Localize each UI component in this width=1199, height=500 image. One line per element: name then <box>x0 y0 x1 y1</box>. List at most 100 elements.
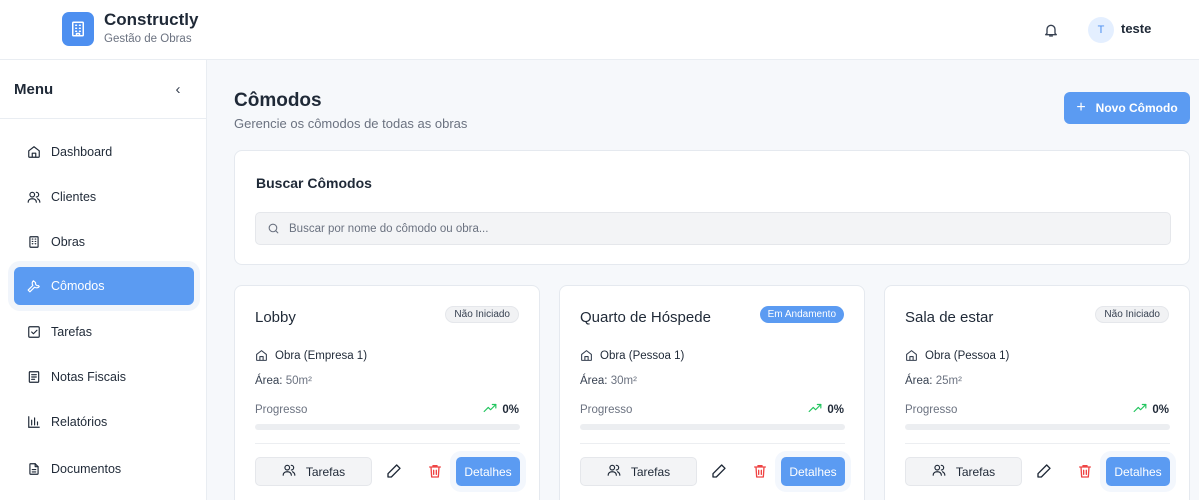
sidebar-item-tarefas[interactable]: Tarefas <box>14 313 194 351</box>
avatar[interactable]: T <box>1088 17 1114 43</box>
bell-icon[interactable] <box>1043 22 1059 38</box>
home-icon <box>27 145 41 159</box>
sidebar-item-obras[interactable]: Obras <box>14 223 194 261</box>
comodo-name: Lobby <box>255 309 296 326</box>
tarefas-label: Tarefas <box>630 464 671 479</box>
edit-pencil-icon[interactable] <box>386 463 402 479</box>
obra-label: Obra (Empresa 1) <box>275 349 368 362</box>
search-icon <box>267 222 280 235</box>
area-value: 25m² <box>935 375 962 387</box>
search-card: Buscar Cômodos <box>234 150 1190 265</box>
sidebar-item-clientes[interactable]: Clientes <box>14 178 194 216</box>
receipt-icon <box>27 370 41 384</box>
delete-trash-icon[interactable] <box>427 463 443 479</box>
progress-percent: 0% <box>827 403 844 416</box>
progress-bar <box>580 424 845 430</box>
delete-trash-icon[interactable] <box>1077 463 1093 479</box>
users-icon <box>607 463 621 480</box>
comodo-card: Quarto de Hóspede Em Andamento Obra (Pes… <box>559 285 865 500</box>
obra-label: Obra (Pessoa 1) <box>925 349 1010 362</box>
page-title: Cômodos <box>234 90 322 111</box>
sidebar-item-notas-fiscais[interactable]: Notas Fiscais <box>14 358 194 396</box>
card-divider <box>255 443 520 444</box>
tarefas-button[interactable]: Tarefas <box>255 457 372 486</box>
progress-bar <box>255 424 520 430</box>
new-comodo-button[interactable]: + Novo Cômodo <box>1064 92 1190 124</box>
obra-name: Obra (Pessoa 1) <box>580 349 684 362</box>
status-badge: Em Andamento <box>759 306 844 323</box>
search-input[interactable] <box>289 222 1139 235</box>
progress-label: Progresso <box>255 404 308 416</box>
status-badge: Não Iniciado <box>445 306 519 323</box>
app-title[interactable]: Constructly <box>104 10 198 30</box>
page-subtitle: Gerencie os cômodos de todas as obras <box>234 116 468 131</box>
area-label: Área: <box>905 375 933 387</box>
trending-up-icon <box>808 403 822 416</box>
document-icon <box>27 462 41 476</box>
sidebar: Menu ‹ Dashboard Clientes Obras Cômodos … <box>0 60 207 500</box>
sidebar-item-documentos[interactable]: Documentos <box>14 450 194 488</box>
trending-up-icon <box>1133 403 1147 416</box>
sidebar-item-label: Dashboard <box>51 145 113 159</box>
status-badge: Não Iniciado <box>1095 306 1169 323</box>
area-info: Área: 25m² <box>905 375 962 387</box>
detalhes-button[interactable]: Detalhes <box>781 457 845 486</box>
top-bar: Constructly Gestão de Obras T teste <box>0 0 1199 60</box>
plus-icon: + <box>1076 99 1086 116</box>
detalhes-button[interactable]: Detalhes <box>1106 457 1170 486</box>
area-info: Área: 30m² <box>580 375 637 387</box>
menu-divider <box>0 118 207 119</box>
sidebar-item-label: Tarefas <box>51 325 92 339</box>
area-info: Área: 50m² <box>255 375 312 387</box>
sidebar-item-label: Relatórios <box>51 415 108 429</box>
card-divider <box>905 443 1170 444</box>
delete-trash-icon[interactable] <box>752 463 768 479</box>
search-field[interactable] <box>255 212 1171 245</box>
tarefas-button[interactable]: Tarefas <box>905 457 1022 486</box>
obra-name: Obra (Pessoa 1) <box>905 349 1009 362</box>
search-title: Buscar Cômodos <box>256 175 372 191</box>
progress-bar <box>905 424 1170 430</box>
users-icon <box>27 190 41 204</box>
edit-pencil-icon[interactable] <box>711 463 727 479</box>
sidebar-item-label: Clientes <box>51 190 97 204</box>
sidebar-item-label: Obras <box>51 235 86 249</box>
new-comodo-label: Novo Cômodo <box>1095 101 1178 115</box>
tarefas-label: Tarefas <box>955 464 996 479</box>
progress-value: 0% <box>483 403 519 416</box>
home-icon <box>255 349 268 362</box>
obra-name: Obra (Empresa 1) <box>255 349 367 362</box>
users-icon <box>932 463 946 480</box>
tarefas-button[interactable]: Tarefas <box>580 457 697 486</box>
detalhes-button[interactable]: Detalhes <box>456 457 520 486</box>
comodo-name: Quarto de Hóspede <box>580 309 711 326</box>
sidebar-item-comodos[interactable]: Cômodos <box>14 267 194 305</box>
sidebar-item-label: Cômodos <box>51 279 105 293</box>
user-name[interactable]: teste <box>1121 21 1151 36</box>
menu-title: Menu <box>14 81 54 98</box>
area-value: 50m² <box>285 375 312 387</box>
sidebar-item-dashboard[interactable]: Dashboard <box>14 133 194 171</box>
collapse-sidebar-button[interactable]: ‹ <box>170 80 186 98</box>
trending-up-icon <box>483 403 497 416</box>
building-icon <box>27 235 41 249</box>
sidebar-item-relatorios[interactable]: Relatórios <box>14 403 194 441</box>
progress-label: Progresso <box>580 404 633 416</box>
edit-pencil-icon[interactable] <box>1036 463 1052 479</box>
area-label: Área: <box>255 375 283 387</box>
card-divider <box>580 443 845 444</box>
area-value: 30m² <box>610 375 637 387</box>
users-icon <box>282 463 296 480</box>
sidebar-item-label: Documentos <box>51 462 122 476</box>
tarefas-label: Tarefas <box>305 464 346 479</box>
wrench-icon <box>27 279 41 293</box>
comodo-name: Sala de estar <box>905 309 994 326</box>
app-subtitle: Gestão de Obras <box>104 33 192 45</box>
progress-percent: 0% <box>502 403 519 416</box>
obra-label: Obra (Pessoa 1) <box>600 349 685 362</box>
home-icon <box>580 349 593 362</box>
area-label: Área: <box>580 375 608 387</box>
progress-percent: 0% <box>1152 403 1169 416</box>
bar-chart-icon <box>27 415 41 429</box>
logo-building-icon[interactable] <box>62 12 94 46</box>
